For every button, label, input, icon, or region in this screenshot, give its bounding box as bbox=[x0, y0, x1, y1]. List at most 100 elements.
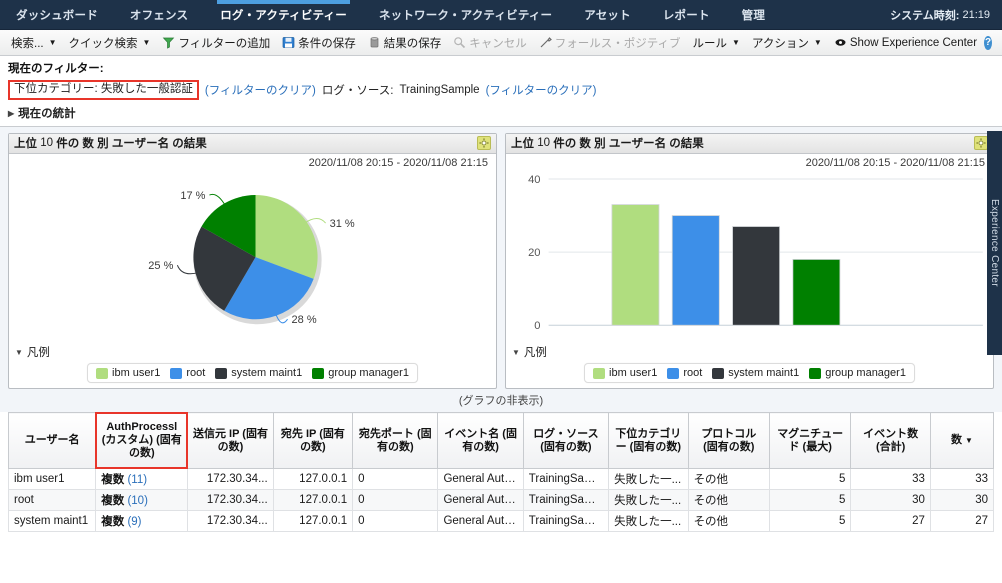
bar-rect[interactable] bbox=[671, 214, 720, 326]
pie-legend-label: ibm user1 bbox=[112, 367, 161, 379]
legend-swatch-icon bbox=[712, 367, 725, 379]
pie-legend-label: 凡例 bbox=[26, 347, 50, 359]
gear-icon[interactable] bbox=[477, 136, 491, 151]
pie-chart-body[interactable]: 31 % 28 % 25 % 17 % bbox=[9, 169, 496, 344]
pie-title-prefix: 上位 bbox=[14, 138, 37, 151]
col-dest-port-label: 宛先ポート (固有の数) bbox=[358, 427, 432, 453]
log-source-filter-value: TrainingSample bbox=[399, 84, 480, 96]
show-experience-center-button[interactable]: Show Experience Center bbox=[829, 34, 982, 51]
bar-chart-svg[interactable]: 0 20 40 bbox=[506, 169, 993, 344]
col-event-name[interactable]: イベント名 (固有の数) bbox=[437, 412, 524, 469]
nav-reports[interactable]: レポート bbox=[647, 0, 726, 29]
cell-subcategory: 失敗した一... bbox=[608, 468, 689, 490]
search-menu-button[interactable]: 検索... ▼ bbox=[6, 33, 62, 53]
pie-legend-item[interactable]: group manager1 bbox=[312, 367, 409, 379]
hide-chart-link[interactable]: (グラフの非表示) bbox=[0, 389, 1002, 412]
col-source-ip[interactable]: 送信元 IP (固有の数) bbox=[187, 412, 274, 469]
bar-rect[interactable] bbox=[732, 225, 781, 326]
filter-chip-subcategory[interactable]: 下位カテゴリー: 失敗した一般認証 bbox=[8, 80, 199, 100]
cell-authprocess-link[interactable]: 複数 (9) bbox=[101, 516, 141, 528]
table-header-row: ユーザー名 AuthProcessl (カスタム) (固有の数) 送信元 IP (固… bbox=[7, 412, 995, 470]
legend-swatch-icon bbox=[96, 367, 109, 379]
pie-legend-label: system maint1 bbox=[231, 367, 303, 379]
top-navigation-bar: ダッシュボード オフェンス ログ・アクティビティー ネットワーク・アクティビティー アセ… bbox=[0, 0, 1002, 30]
pie-legend-item[interactable]: system maint1 bbox=[215, 367, 302, 379]
table-row[interactable]: root 複数 (10) 172.30.34... 127.0.0.1 0 General… bbox=[7, 489, 995, 511]
pie-legend-item[interactable]: ibm user1 bbox=[96, 367, 160, 379]
bar-title-metric: 数 bbox=[579, 138, 591, 151]
col-magnitude[interactable]: マグニチュード (最大) bbox=[768, 412, 852, 469]
cell-count: 33 bbox=[929, 468, 995, 490]
clear-filter-link-2[interactable]: (フィルターのクリア) bbox=[486, 82, 597, 98]
charts-area: 上位 10 件の 数 別 ユーザー名 の結果 2020/11/08 20:15 … bbox=[0, 127, 1002, 389]
col-event-count[interactable]: イベント数 (合計) bbox=[850, 412, 931, 469]
pie-chart-svg[interactable]: 31 % 28 % 25 % 17 % bbox=[9, 169, 496, 344]
current-stats-toggle[interactable]: ▶ 現在の統計 bbox=[8, 105, 994, 121]
bar-title-by: 別 bbox=[594, 138, 606, 151]
bar-legend-item[interactable]: root bbox=[667, 367, 702, 379]
col-authprocess[interactable]: AuthProcessl (カスタム) (固有の数) bbox=[95, 412, 189, 470]
bar-chart-body[interactable]: 0 20 40 bbox=[506, 169, 993, 344]
col-count[interactable]: 数 ▼ bbox=[929, 412, 995, 469]
col-dest-ip[interactable]: 宛先 IP (固有の数) bbox=[272, 412, 354, 469]
bar-title-suffix: の結果 bbox=[669, 138, 704, 151]
table-row[interactable]: system maint1 複数 (9) 172.30.34... 127.0.0.1… bbox=[7, 510, 995, 532]
pie-slice-label: 28 % bbox=[292, 314, 317, 326]
col-subcategory[interactable]: 下位カテゴリー (固有の数) bbox=[608, 412, 689, 469]
actions-menu-button[interactable]: アクション ▼ bbox=[747, 33, 827, 53]
bar-legend-item[interactable]: system maint1 bbox=[712, 367, 799, 379]
cell-authprocess[interactable]: 複数 (11) bbox=[95, 468, 189, 490]
help-icon[interactable]: ? bbox=[984, 35, 992, 50]
legend-swatch-icon bbox=[215, 367, 228, 379]
bar-rect[interactable] bbox=[611, 203, 660, 326]
pie-slice-label: 17 % bbox=[180, 190, 205, 202]
legend-swatch-icon bbox=[809, 367, 822, 379]
col-protocol[interactable]: プロトコル (固有の数) bbox=[687, 412, 770, 469]
nav-dashboard[interactable]: ダッシュボード bbox=[0, 0, 114, 29]
nav-admin[interactable]: 管理 bbox=[726, 0, 781, 29]
add-filter-button[interactable]: フィルターの追加 bbox=[157, 33, 275, 53]
legend-swatch-icon bbox=[312, 367, 325, 379]
col-count-label: 数 bbox=[950, 434, 962, 446]
cell-authprocess-link[interactable]: 複数 (10) bbox=[101, 495, 148, 507]
pie-legend-item[interactable]: root bbox=[170, 367, 205, 379]
cell-authprocess[interactable]: 複数 (9) bbox=[95, 510, 189, 532]
bar-chart-panel: 上位 10 件の 数 別 ユーザー名 の結果 2020/11/08 20:15 … bbox=[505, 133, 994, 389]
bar-legend-label: root bbox=[683, 367, 703, 379]
nav-offenses[interactable]: オフェンス bbox=[114, 0, 204, 29]
sort-descending-icon[interactable]: ▼ bbox=[965, 436, 973, 445]
col-username[interactable]: ユーザー名 bbox=[7, 412, 97, 469]
quick-search-menu-button[interactable]: クイック検索 ▼ bbox=[64, 33, 156, 53]
cell-authprocess[interactable]: 複数 (10) bbox=[95, 489, 189, 511]
bar-y-tick-label: 0 bbox=[534, 320, 540, 332]
cell-magnitude: 5 bbox=[768, 468, 852, 490]
cell-authprocess-link[interactable]: 複数 (11) bbox=[101, 474, 147, 486]
rules-label: ルール bbox=[692, 37, 728, 50]
bar-legend-toggle[interactable]: ▼ 凡例 bbox=[512, 344, 987, 363]
save-criteria-button[interactable]: 条件の保存 bbox=[277, 33, 361, 53]
show-experience-center-label: Show Experience Center bbox=[849, 36, 978, 49]
bar-panel-header: 上位 10 件の 数 別 ユーザー名 の結果 bbox=[506, 134, 993, 154]
bar-y-tick-label: 40 bbox=[528, 174, 540, 186]
nav-log-activity[interactable]: ログ・アクティビティー bbox=[204, 0, 363, 29]
pie-legend-toggle[interactable]: ▼ 凡例 bbox=[15, 344, 490, 363]
chevron-right-icon: ▶ bbox=[8, 108, 15, 118]
cell-count: 30 bbox=[929, 489, 995, 511]
pie-title-field: ユーザー名 bbox=[111, 138, 170, 151]
table-row[interactable]: ibm user1 複数 (11) 172.30.34... 127.0.0.1 0 Ge… bbox=[7, 468, 995, 490]
col-dest-port[interactable]: 宛先ポート (固有の数) bbox=[352, 412, 439, 469]
cell-subcategory: 失敗した一... bbox=[608, 489, 689, 511]
bar-rect[interactable] bbox=[792, 258, 841, 326]
experience-center-rail[interactable]: Experience Center bbox=[987, 131, 1002, 355]
bar-legend-label: ibm user1 bbox=[609, 367, 658, 379]
nav-network-activity[interactable]: ネットワーク・アクティビティー bbox=[363, 0, 568, 29]
bar-legend-item[interactable]: ibm user1 bbox=[593, 367, 657, 379]
bar-legend-item[interactable]: group manager1 bbox=[809, 367, 906, 379]
rules-menu-button[interactable]: ルール ▼ bbox=[688, 33, 745, 53]
experience-center-rail-label: Experience Center bbox=[989, 199, 1000, 287]
gear-icon[interactable] bbox=[974, 136, 988, 151]
save-results-button[interactable]: 結果の保存 bbox=[363, 33, 447, 53]
col-log-source[interactable]: ログ・ソース (固有の数) bbox=[522, 412, 610, 469]
nav-assets[interactable]: アセット bbox=[568, 0, 647, 29]
clear-filter-link-1[interactable]: (フィルターのクリア) bbox=[205, 82, 316, 98]
